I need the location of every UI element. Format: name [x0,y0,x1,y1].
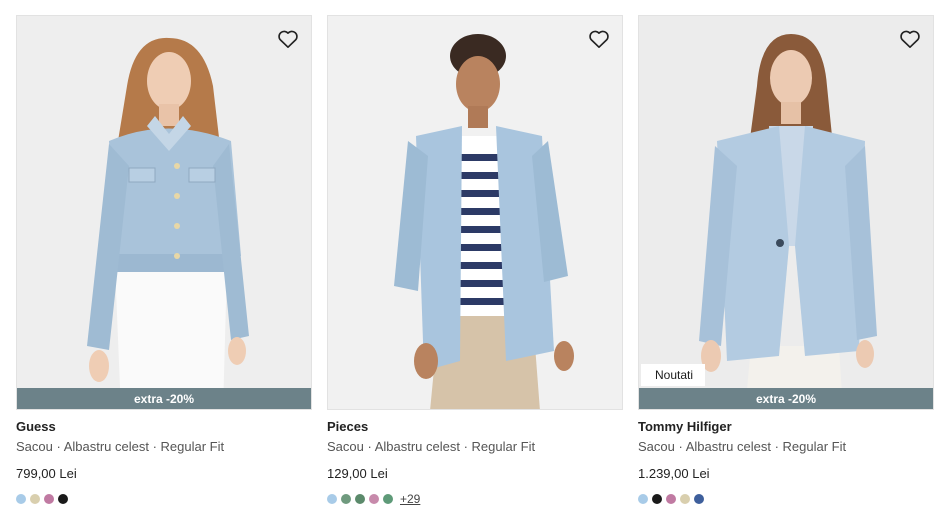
product-photo [639,16,933,409]
product-description[interactable]: Sacou · Albastru celest · Regular Fit [638,439,934,456]
color-swatch[interactable] [383,494,393,504]
heart-outline-icon [589,30,609,48]
color-swatch[interactable] [58,494,68,504]
product-description[interactable]: Sacou · Albastru celest · Regular Fit [16,439,312,456]
product-photo [17,16,311,409]
heart-outline-icon [900,30,920,48]
color-swatch[interactable] [694,494,704,504]
color-swatch[interactable] [30,494,40,504]
color-swatch[interactable] [355,494,365,504]
favorite-button[interactable] [897,26,923,52]
product-brand[interactable]: Guess [16,419,312,436]
promo-banner: extra -20% [17,388,311,409]
heart-outline-icon [278,30,298,48]
product-price: 799,00 Lei [16,466,77,481]
product-image[interactable]: Noutati extra -20% [638,15,934,410]
more-colors-link[interactable]: +29 [400,492,420,506]
color-swatch[interactable] [652,494,662,504]
product-image[interactable] [327,15,623,410]
product-price: 129,00 Lei [327,466,388,481]
color-swatch[interactable] [44,494,54,504]
color-swatch[interactable] [680,494,690,504]
product-photo [328,16,622,409]
color-swatches: +29 [327,492,623,506]
product-card[interactable]: Pieces Sacou · Albastru celest · Regular… [327,15,623,506]
favorite-button[interactable] [275,26,301,52]
color-swatches [16,493,312,505]
product-description[interactable]: Sacou · Albastru celest · Regular Fit [327,439,623,456]
color-swatch[interactable] [666,494,676,504]
favorite-button[interactable] [586,26,612,52]
new-badge: Noutati [641,364,706,386]
color-swatch[interactable] [16,494,26,504]
color-swatch[interactable] [341,494,351,504]
color-swatch[interactable] [369,494,379,504]
color-swatch[interactable] [638,494,648,504]
product-card[interactable]: extra -20% Guess Sacou · Albastru celest… [16,15,312,505]
product-price: 1.239,00 Lei [638,466,710,481]
promo-banner: extra -20% [639,388,933,409]
product-image[interactable]: extra -20% [16,15,312,410]
color-swatch[interactable] [327,494,337,504]
product-brand[interactable]: Pieces [327,419,623,436]
product-brand[interactable]: Tommy Hilfiger [638,419,934,436]
color-swatches [638,493,934,505]
product-card[interactable]: Noutati extra -20% Tommy Hilfiger Sacou … [638,15,934,505]
